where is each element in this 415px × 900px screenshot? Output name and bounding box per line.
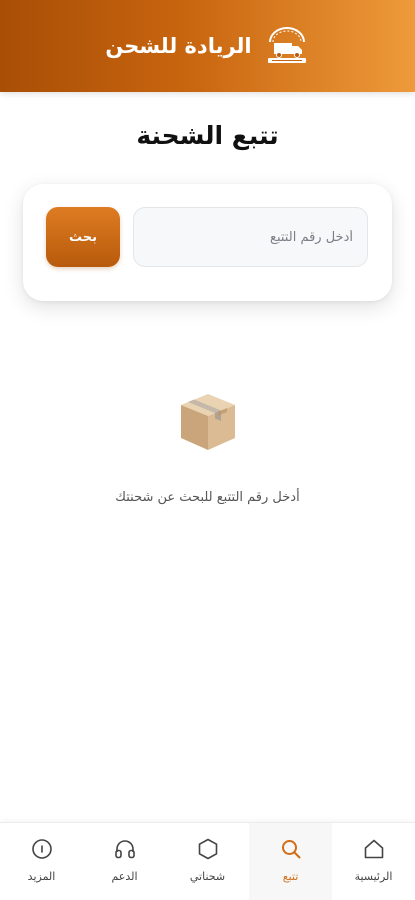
empty-state: أدخل رقم التتبع للبحث عن شحنتك	[0, 388, 415, 505]
nav-label-more: المزيد	[27, 870, 56, 883]
page-title: تتبع الشحنة	[136, 121, 279, 150]
nav-label-home: الرئيسية	[354, 870, 393, 883]
app-header: الريادة للشحن	[0, 0, 415, 92]
brand: الريادة للشحن	[105, 26, 309, 66]
nav-item-track[interactable]: تتبع	[249, 823, 332, 900]
nav-item-support[interactable]: الدعم	[83, 823, 166, 900]
nav-item-home[interactable]: الرئيسية	[332, 823, 415, 900]
search-icon	[281, 840, 300, 859]
truck-logo-icon	[267, 27, 306, 63]
search-button[interactable]: بحث	[46, 207, 120, 267]
nav-label-my-shipments: شحناتي	[189, 870, 226, 883]
bottom-nav: الرئيسية تتبع شحناتي الدعم المزيد	[0, 822, 415, 900]
empty-state-message: أدخل رقم التتبع للبحث عن شحنتك	[115, 490, 300, 505]
tracking-number-input[interactable]	[133, 207, 368, 267]
search-card: بحث	[23, 184, 392, 301]
nav-label-support: الدعم	[111, 870, 138, 883]
brand-title: الريادة للشحن	[105, 34, 252, 58]
nav-label-track: تتبع	[282, 870, 299, 883]
more-icon	[31, 839, 52, 859]
hexagon-icon	[198, 838, 217, 860]
headphones-icon	[114, 840, 135, 859]
nav-item-my-shipments[interactable]: شحناتي	[166, 823, 249, 900]
box-icon	[180, 394, 235, 450]
nav-item-more[interactable]: المزيد	[0, 823, 83, 900]
home-icon	[364, 839, 383, 859]
